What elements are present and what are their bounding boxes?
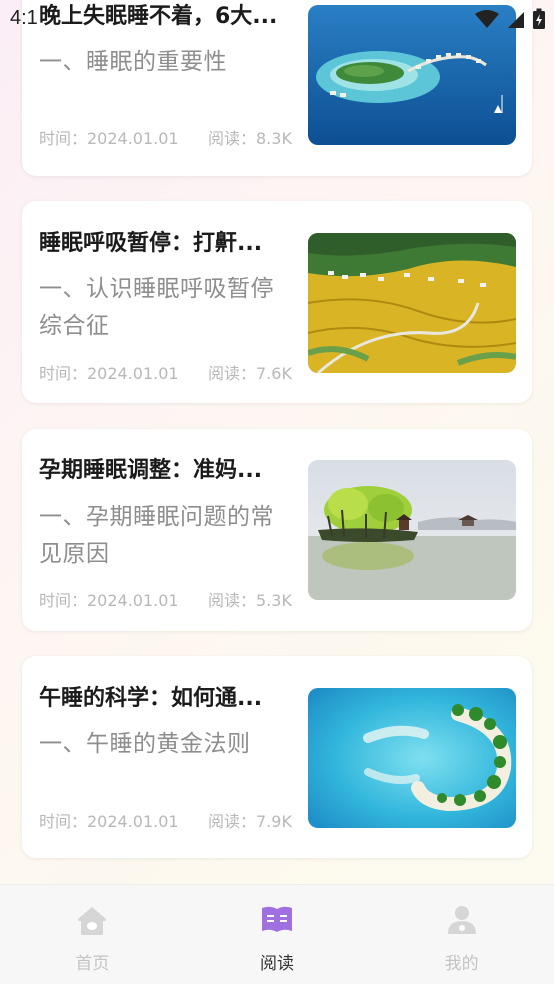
article-card[interactable]: 晚上失眠睡不着，6大... 一、睡眠的重要性 时间：2024.01.01 阅读：… [22,0,532,176]
article-time: 时间：2024.01.01 [39,364,179,383]
article-summary: 一、孕期睡眠问题的常见原因 [39,504,274,567]
island-resort-image [308,5,516,145]
article-title: 睡眠呼吸暂停：打鼾... [39,231,263,256]
article-summary: 一、午睡的黄金法则 [39,731,251,757]
article-thumbnail[interactable] [308,460,516,600]
bottom-tab-bar: 首页 阅读 我的 [0,884,554,984]
article-summary: 一、认识睡眠呼吸暂停综合征 [39,276,274,339]
tab-mine-label: 我的 [444,954,479,974]
home-icon [75,903,109,937]
article-card[interactable]: 孕期睡眠调整：准妈... 一、孕期睡眠问题的常见原因 时间：2024.01.01… [22,429,532,631]
article-thumbnail[interactable] [308,5,516,145]
rice-terraces-image [308,233,516,373]
lake-pavilion-image [308,460,516,600]
article-time: 时间：2024.01.01 [39,812,179,831]
article-reads: 阅读：5.3K [208,591,292,610]
tab-mine[interactable]: 我的 [369,885,554,984]
article-time: 时间：2024.01.01 [39,129,179,148]
article-reads: 阅读：8.3K [208,129,292,148]
book-icon [260,903,294,937]
article-thumbnail[interactable] [308,688,516,828]
article-reads: 阅读：7.9K [208,812,292,831]
tab-home-label: 首页 [75,954,110,974]
tab-read-label: 阅读 [260,954,294,974]
battery-icon [532,8,546,34]
article-reads: 阅读：7.6K [208,364,292,383]
article-title: 孕期睡眠调整：准妈... [39,458,263,483]
article-thumbnail[interactable] [308,233,516,373]
article-card[interactable]: 睡眠呼吸暂停：打鼾... 一、认识睡眠呼吸暂停综合征 时间：2024.01.01… [22,201,532,403]
article-time: 时间：2024.01.01 [39,591,179,610]
article-title: 晚上失眠睡不着，6大... [39,4,278,29]
article-title: 午睡的科学：如何通... [39,686,263,711]
tab-home[interactable]: 首页 [0,885,185,984]
article-card[interactable]: 午睡的科学：如何通... 一、午睡的黄金法则 时间：2024.01.01 阅读：… [22,656,532,858]
tab-read[interactable]: 阅读 [185,885,370,984]
palm-island-image [308,688,516,828]
user-icon [445,903,479,937]
article-summary: 一、睡眠的重要性 [39,49,227,75]
